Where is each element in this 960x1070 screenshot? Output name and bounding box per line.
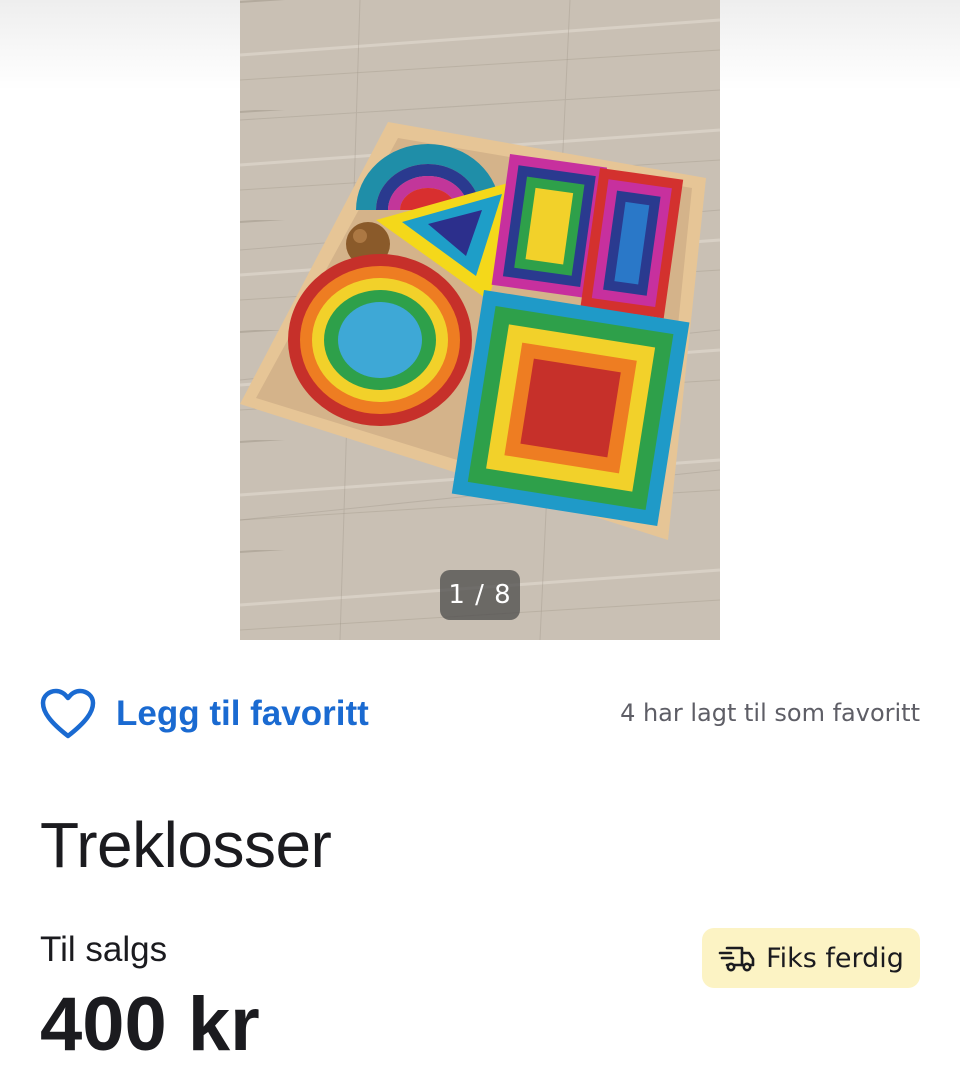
fiks-ferdig-badge[interactable]: Fiks ferdig (702, 928, 920, 988)
favorite-count: 4 har lagt til som favoritt (620, 699, 920, 727)
delivery-truck-icon (718, 946, 755, 972)
listing-price: 400 kr (40, 982, 260, 1067)
add-to-favorites-button[interactable]: Legg til favoritt (40, 686, 369, 742)
add-to-favorites-label: Legg til favoritt (116, 694, 369, 733)
heart-outline-icon (40, 688, 96, 739)
listing-title: Treklosser (40, 809, 332, 881)
listing-photo[interactable] (240, 0, 720, 640)
image-counter: 1 / 8 (440, 570, 520, 620)
favorite-row: Legg til favoritt 4 har lagt til som fav… (40, 686, 920, 742)
listing-status: Til salgs (40, 930, 168, 969)
fiks-ferdig-label: Fiks ferdig (766, 942, 904, 974)
image-gallery[interactable]: 1 / 8 (0, 0, 960, 640)
